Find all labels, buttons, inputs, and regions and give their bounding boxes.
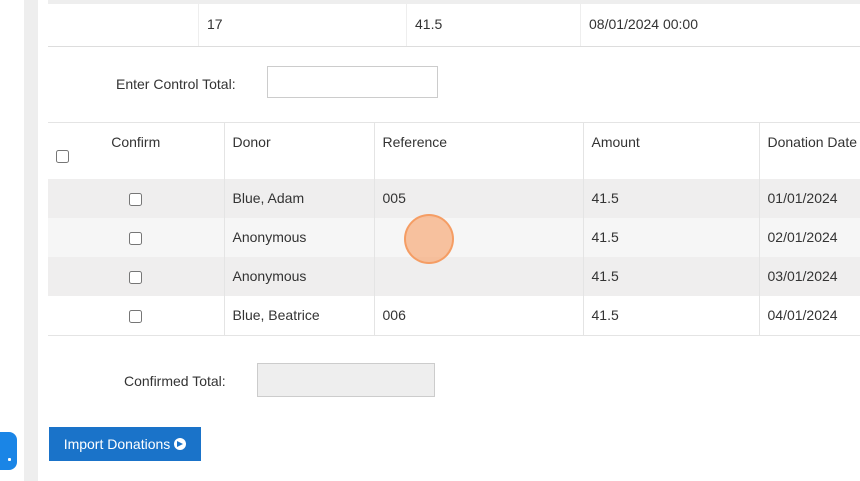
left-rail xyxy=(0,0,24,481)
date-cell: 02/01/2024 xyxy=(758,217,860,257)
confirmed-total-label: Confirmed Total: xyxy=(124,373,226,389)
reference-cell: 005 xyxy=(373,178,583,218)
date-cell: 04/01/2024 xyxy=(758,295,860,336)
select-all-checkbox[interactable] xyxy=(56,150,69,163)
control-total-label: Enter Control Total: xyxy=(116,76,236,92)
donations-table: Confirm Donor Reference Amount Donation … xyxy=(48,122,860,336)
floating-tab-button[interactable] xyxy=(0,432,17,470)
table-row: Blue, Adam 005 41.5 01/01/2024 xyxy=(48,178,860,218)
control-total-input[interactable] xyxy=(267,66,438,98)
header-reference[interactable]: Reference xyxy=(373,122,583,179)
summary-amount: 41.5 xyxy=(406,4,580,46)
arrow-circle-right-icon xyxy=(174,438,187,450)
row-confirm-checkbox[interactable] xyxy=(129,192,143,206)
summary-cell-empty xyxy=(48,4,196,46)
row-confirm-checkbox[interactable] xyxy=(129,309,143,323)
date-cell: 03/01/2024 xyxy=(758,256,860,296)
amount-cell: 41.5 xyxy=(582,178,759,218)
table-row: Blue, Beatrice 006 41.5 04/01/2024 xyxy=(48,295,860,336)
header-donor[interactable]: Donor xyxy=(223,122,374,179)
donor-cell: Anonymous xyxy=(223,256,374,296)
header-amount[interactable]: Amount xyxy=(582,122,759,179)
summary-count: 17 xyxy=(198,4,397,46)
summary-date: 08/01/2024 00:00 xyxy=(580,4,859,46)
content-left-border xyxy=(24,0,38,481)
summary-row: 17 41.5 08/01/2024 00:00 xyxy=(48,0,860,47)
table-row: Anonymous 41.5 02/01/2024 xyxy=(48,217,860,257)
row-confirm-checkbox[interactable] xyxy=(129,231,143,245)
date-cell: 01/01/2024 xyxy=(758,178,860,218)
row-confirm-checkbox[interactable] xyxy=(129,270,143,284)
donor-cell: Blue, Beatrice xyxy=(223,295,374,336)
amount-cell: 41.5 xyxy=(582,217,759,257)
confirmed-total-field xyxy=(257,363,435,397)
import-donations-button[interactable]: Import Donations xyxy=(49,427,201,461)
table-row: Anonymous 41.5 03/01/2024 xyxy=(48,256,860,296)
main-content: 17 41.5 08/01/2024 00:00 Enter Control T… xyxy=(38,0,860,481)
import-donations-label: Import Donations xyxy=(63,436,171,452)
header-confirm: Confirm xyxy=(48,122,224,179)
table-header-row: Confirm Donor Reference Amount Donation … xyxy=(48,122,860,179)
donor-cell: Anonymous xyxy=(223,217,374,257)
header-donation-date[interactable]: Donation Date xyxy=(758,122,860,179)
reference-cell: 006 xyxy=(373,295,583,336)
amount-cell: 41.5 xyxy=(582,295,759,336)
reference-cell xyxy=(373,256,583,296)
reference-cell xyxy=(373,217,583,257)
header-confirm-label: Confirm xyxy=(111,134,161,150)
amount-cell: 41.5 xyxy=(582,256,759,296)
donor-cell: Blue, Adam xyxy=(223,178,374,218)
